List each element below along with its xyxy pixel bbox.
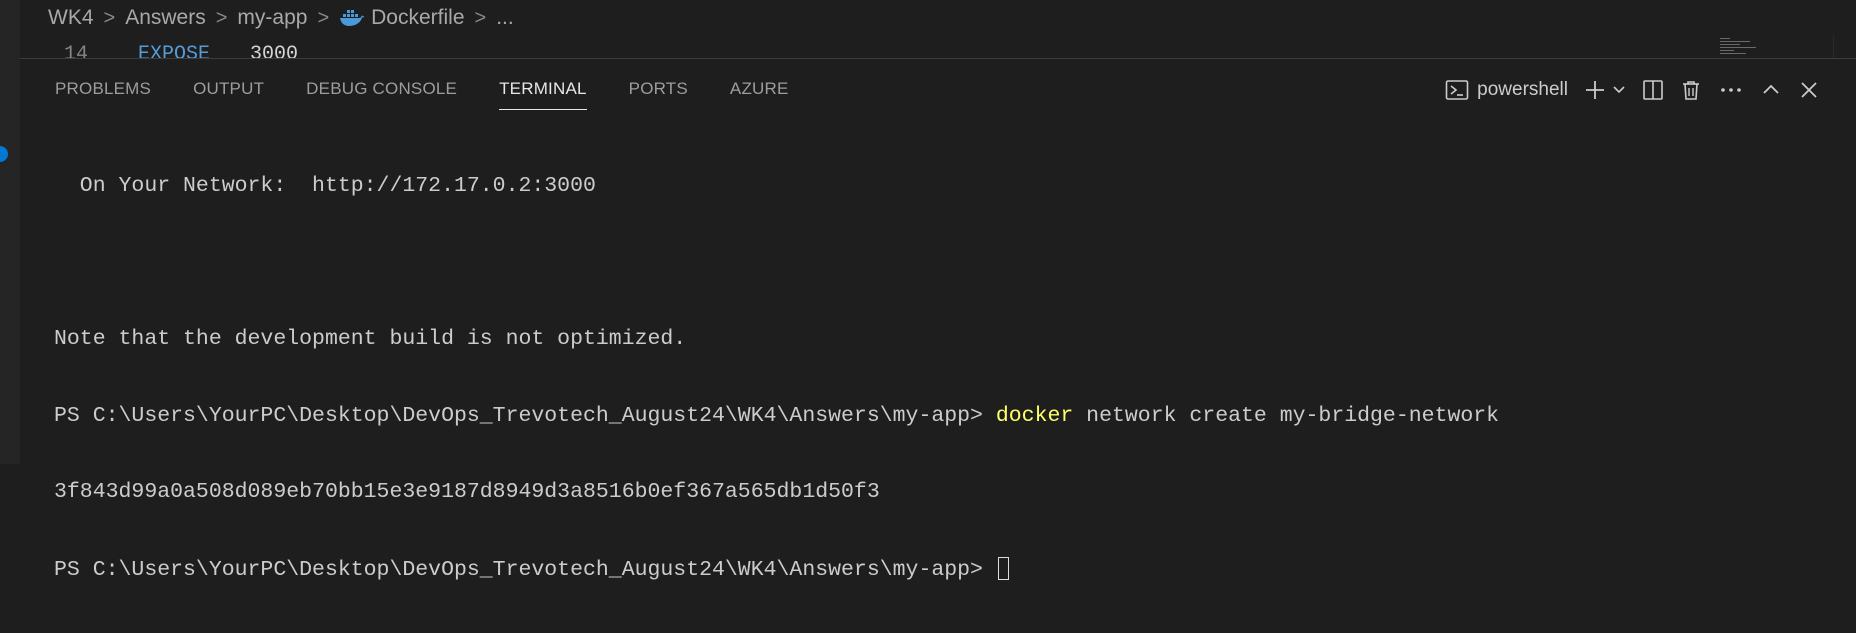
breadcrumb-separator: > [317, 6, 330, 29]
breadcrumb-item-label: Dockerfile [371, 6, 465, 29]
terminal-prompt: PS C:\Users\YourPC\Desktop\DevOps_Trevot… [54, 403, 996, 428]
bottom-panel: PROBLEMS OUTPUT DEBUG CONSOLE TERMINAL P… [20, 58, 1856, 582]
kill-terminal-button[interactable] [1680, 76, 1702, 104]
dockerfile-keyword: EXPOSE [138, 43, 211, 58]
tab-debug-console[interactable]: DEBUG CONSOLE [306, 79, 457, 110]
terminal-prompt: PS C:\Users\YourPC\Desktop\DevOps_Trevot… [54, 557, 996, 582]
terminal-line-hash: 3f843d99a0a508d089eb70bb15e3e9187d8949d3… [54, 480, 880, 504]
maximize-panel-button[interactable] [1760, 76, 1782, 104]
tab-output[interactable]: OUTPUT [193, 79, 264, 110]
close-icon [1801, 82, 1817, 98]
breadcrumb-item-dockerfile[interactable]: Dockerfile [339, 6, 465, 30]
chevron-up-icon [1763, 84, 1779, 94]
dockerfile-value: 3000 [250, 43, 299, 58]
breadcrumb-separator: > [215, 6, 228, 29]
terminal-line-note: Note that the development build is not o… [54, 327, 687, 351]
panel-tabs: PROBLEMS OUTPUT DEBUG CONSOLE TERMINAL P… [55, 79, 789, 110]
editor-line: 14 EXPOSE 3000 [20, 38, 1830, 58]
tab-ports[interactable]: PORTS [629, 79, 688, 110]
activity-bar [0, 0, 20, 464]
terminal-line-command: PS C:\Users\YourPC\Desktop\DevOps_Trevot… [54, 404, 1499, 430]
more-actions-button[interactable] [1718, 76, 1744, 104]
command-args: network create my-bridge-network [1073, 403, 1500, 428]
breadcrumb-item-wk4[interactable]: WK4 [48, 6, 94, 30]
new-terminal-button[interactable] [1584, 76, 1626, 104]
panel-actions: powershell [1445, 73, 1820, 107]
plus-icon [1586, 81, 1604, 99]
breadcrumb-separator: > [103, 6, 116, 29]
shell-selector[interactable]: powershell [1445, 76, 1568, 104]
breadcrumb-item-more[interactable]: ... [496, 6, 514, 30]
terminal-cursor [997, 556, 1009, 580]
tab-problems[interactable]: PROBLEMS [55, 79, 151, 110]
breadcrumb-item-my-app[interactable]: my-app [237, 6, 307, 30]
ellipsis-icon [1721, 88, 1741, 92]
terminal-line-prompt[interactable]: PS C:\Users\YourPC\Desktop\DevOps_Trevot… [54, 556, 1499, 583]
tab-terminal[interactable]: TERMINAL [499, 79, 587, 110]
shell-label: powershell [1477, 79, 1568, 100]
command-name: docker [995, 403, 1074, 428]
split-terminal-button[interactable] [1642, 76, 1664, 104]
terminal-output[interactable]: On Your Network: http://172.17.0.2:3000 … [54, 123, 1499, 633]
trash-icon [1683, 81, 1699, 100]
minimap[interactable] [1716, 36, 1776, 58]
docker-icon [340, 10, 365, 27]
chevron-down-icon[interactable] [1612, 83, 1626, 97]
breadcrumb: WK4 > Answers > my-app > Dockerfile > ..… [48, 0, 514, 36]
close-panel-button[interactable] [1798, 76, 1820, 104]
breadcrumb-separator: > [474, 6, 487, 29]
breadcrumb-item-answers[interactable]: Answers [125, 6, 206, 30]
split-icon [1643, 80, 1663, 100]
terminal-line-network: On Your Network: http://172.17.0.2:3000 [54, 174, 596, 198]
line-number: 14 [64, 43, 89, 58]
terminal-icon [1445, 80, 1469, 100]
tab-azure[interactable]: AZURE [730, 79, 789, 110]
